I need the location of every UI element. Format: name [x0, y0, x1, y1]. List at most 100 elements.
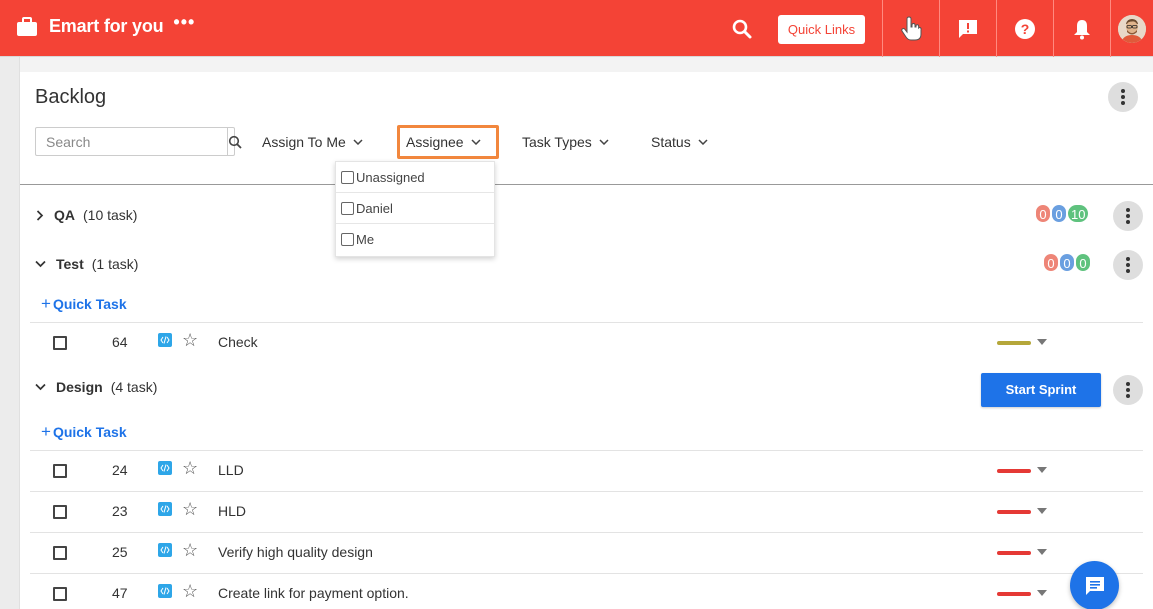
checkbox[interactable] [341, 233, 354, 246]
task-row[interactable]: 64 ☆ Check [30, 322, 1143, 362]
briefcase-icon [16, 16, 38, 37]
group-options-button[interactable] [1113, 250, 1143, 280]
code-task-type-icon [158, 333, 172, 347]
assignee-label: Assignee [406, 134, 464, 150]
assign-to-me-label: Assign To Me [262, 134, 346, 150]
quick-task-button[interactable]: + Quick Task [41, 294, 127, 314]
left-strip [0, 57, 20, 609]
group-header-design[interactable]: Design (4 task) [35, 379, 157, 395]
more-options-icon[interactable]: ••• [173, 12, 195, 33]
task-types-filter[interactable]: Task Types [522, 132, 609, 152]
task-checkbox[interactable] [53, 546, 67, 560]
hand-pointer-icon[interactable] [882, 0, 939, 57]
task-checkbox[interactable] [53, 464, 67, 478]
top-bar: Emart for you ••• Quick Links ? [0, 0, 1153, 57]
task-row[interactable]: 24 ☆ LLD [30, 450, 1143, 490]
task-row[interactable]: 23 ☆ HLD [30, 491, 1143, 531]
group-count: (4 task) [110, 379, 158, 395]
priority-indicator [997, 551, 1031, 555]
option-label: Me [356, 232, 375, 247]
help-icon[interactable]: ? [996, 0, 1053, 57]
assignee-dropdown: Unassigned Daniel Me [335, 161, 495, 257]
done-count-badge: 0 [1075, 253, 1091, 272]
svg-text:?: ? [1021, 21, 1030, 37]
quick-links-button[interactable]: Quick Links [778, 15, 865, 44]
page-options-button[interactable] [1108, 82, 1138, 112]
group-options-button[interactable] [1113, 201, 1143, 231]
chevron-right-icon [36, 209, 44, 221]
quick-task-label: Quick Task [52, 424, 127, 440]
done-count-badge: 10 [1067, 204, 1090, 223]
search-button[interactable] [227, 128, 242, 155]
group-badges-test: 0 0 0 [1043, 253, 1091, 272]
chevron-down-icon [35, 260, 46, 268]
code-task-type-icon [158, 502, 172, 516]
task-checkbox[interactable] [53, 336, 67, 350]
priority-dropdown-caret-icon[interactable] [1037, 467, 1047, 473]
priority-dropdown-caret-icon[interactable] [1037, 590, 1047, 596]
todo-count-badge: 0 [1043, 253, 1059, 272]
group-header-qa[interactable]: QA (10 task) [36, 207, 137, 223]
task-row[interactable]: 25 ☆ Verify high quality design [30, 532, 1143, 572]
group-name: Design [56, 379, 103, 395]
task-title[interactable]: LLD [218, 462, 244, 478]
group-options-button[interactable] [1113, 375, 1143, 405]
star-icon[interactable]: ☆ [182, 499, 198, 519]
bell-icon[interactable] [1053, 0, 1110, 57]
plus-icon: + [41, 294, 51, 313]
checkbox[interactable] [341, 201, 354, 215]
search-input[interactable] [36, 128, 227, 155]
priority-indicator [997, 469, 1031, 473]
assign-to-me-filter[interactable]: Assign To Me [262, 132, 363, 152]
task-checkbox[interactable] [53, 587, 67, 601]
user-menu[interactable] [1110, 0, 1153, 57]
chat-button[interactable] [1070, 561, 1119, 609]
code-task-type-icon [158, 461, 172, 475]
star-icon[interactable]: ☆ [182, 581, 198, 601]
chevron-down-icon [599, 139, 609, 145]
group-name: QA [54, 207, 75, 223]
status-filter[interactable]: Status [651, 132, 708, 152]
status-label: Status [651, 134, 691, 150]
assignee-option-daniel[interactable]: Daniel [336, 193, 494, 224]
feedback-icon[interactable] [939, 0, 996, 57]
assignee-filter[interactable]: Assignee [406, 132, 481, 152]
star-icon[interactable]: ☆ [182, 458, 198, 478]
group-header-test[interactable]: Test (1 task) [35, 256, 138, 272]
task-title[interactable]: Create link for payment option. [218, 585, 409, 601]
task-title[interactable]: HLD [218, 503, 246, 519]
task-types-label: Task Types [522, 134, 592, 150]
priority-indicator [997, 341, 1031, 345]
task-id: 23 [112, 503, 128, 519]
task-checkbox[interactable] [53, 505, 67, 519]
star-icon[interactable]: ☆ [182, 540, 198, 560]
todo-count-badge: 0 [1035, 204, 1051, 223]
avatar [1118, 14, 1146, 43]
chat-icon [1085, 576, 1104, 595]
task-id: 25 [112, 544, 128, 560]
priority-dropdown-caret-icon[interactable] [1037, 549, 1047, 555]
priority-indicator [997, 510, 1031, 514]
group-badges-qa: 0 0 10 [1035, 204, 1090, 223]
task-title[interactable]: Verify high quality design [218, 544, 373, 560]
start-sprint-button[interactable]: Start Sprint [981, 373, 1101, 407]
option-label: Unassigned [356, 169, 425, 185]
assignee-option-unassigned[interactable]: Unassigned [336, 162, 494, 193]
search-icon[interactable] [731, 18, 753, 40]
task-title[interactable]: Check [218, 334, 258, 350]
assignee-option-me[interactable]: Me [336, 224, 494, 255]
priority-dropdown-caret-icon[interactable] [1037, 508, 1047, 514]
code-task-type-icon [158, 584, 172, 598]
divider [20, 184, 1153, 185]
star-icon[interactable]: ☆ [182, 330, 198, 350]
checkbox[interactable] [341, 170, 354, 184]
quick-task-button[interactable]: + Quick Task [41, 422, 127, 442]
task-id: 47 [112, 585, 128, 601]
chevron-down-icon [471, 139, 481, 145]
task-id: 24 [112, 462, 128, 478]
task-row[interactable]: 47 ☆ Create link for payment option. [30, 573, 1143, 609]
brand[interactable]: Emart for you ••• [16, 12, 195, 37]
option-label: Daniel [356, 200, 393, 216]
chevron-down-icon [35, 383, 46, 391]
priority-dropdown-caret-icon[interactable] [1037, 339, 1047, 345]
